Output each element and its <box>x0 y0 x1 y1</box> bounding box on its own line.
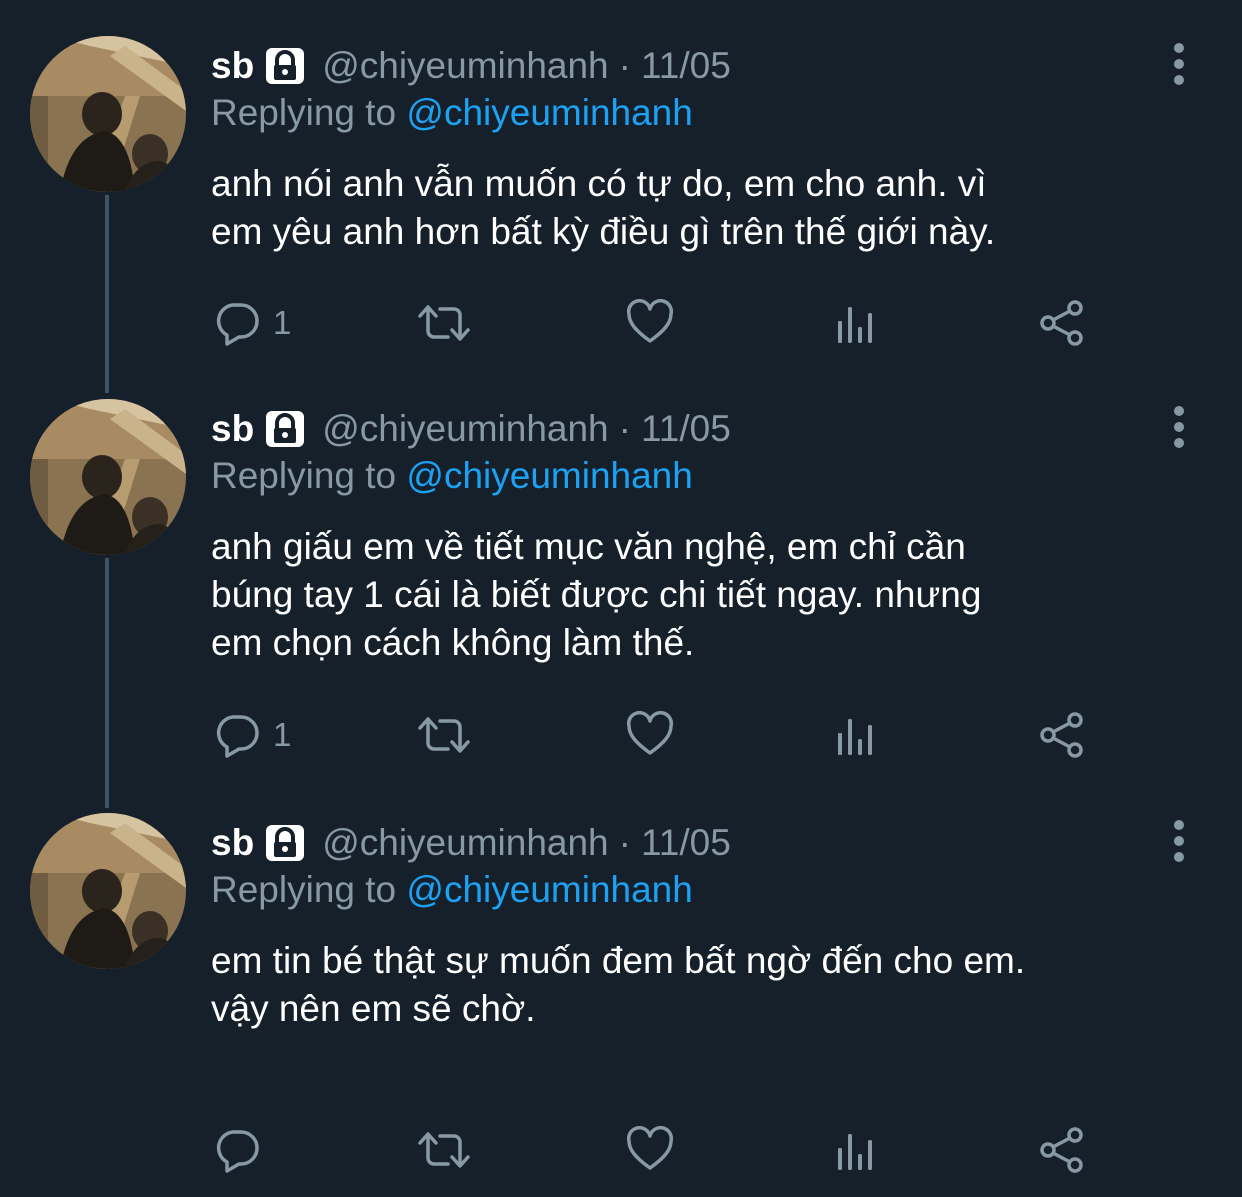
replying-label: Replying to <box>211 455 397 496</box>
retweet-button[interactable] <box>416 295 472 351</box>
like-button[interactable] <box>626 295 674 351</box>
analytics-icon <box>834 299 878 347</box>
display-name[interactable]: sb <box>211 45 254 87</box>
like-icon <box>626 299 674 347</box>
replying-to: Replying to @chiyeuminhanh <box>211 869 693 911</box>
tweet-date[interactable]: 11/05 <box>641 45 731 87</box>
username[interactable]: @chiyeuminhanh <box>322 822 608 864</box>
share-button[interactable] <box>1038 707 1086 763</box>
display-name[interactable]: sb <box>211 822 254 864</box>
replying-label: Replying to <box>211 869 397 910</box>
display-name[interactable]: sb <box>211 408 254 450</box>
more-vertical-icon[interactable] <box>1164 405 1194 449</box>
tweet-date[interactable]: 11/05 <box>641 822 731 864</box>
tweet-date[interactable]: 11/05 <box>641 408 731 450</box>
replying-handle-link[interactable]: @chiyeuminhanh <box>406 869 692 910</box>
tweet-header: sb @chiyeuminhanh · 11/05 <box>211 40 731 92</box>
tweet-text-line: em tin bé thật sự muốn đem bất ngờ đến c… <box>211 940 1026 981</box>
retweet-button[interactable] <box>416 707 472 763</box>
tweet-text-line: anh nói anh vẫn muốn có tự do, em cho an… <box>211 163 987 204</box>
avatar[interactable] <box>30 36 186 192</box>
action-bar <box>0 1122 1242 1178</box>
reply-icon <box>213 1126 261 1174</box>
tweet-text-line: búng tay 1 cái là biết được chi tiết nga… <box>211 574 982 615</box>
share-button[interactable] <box>1038 1122 1086 1178</box>
tweet-text-line: em chọn cách không làm thế. <box>211 622 695 663</box>
replying-handle-link[interactable]: @chiyeuminhanh <box>406 92 692 133</box>
analytics-button[interactable] <box>834 707 878 763</box>
tweet-text-line: vậy nên em sẽ chờ. <box>211 988 536 1029</box>
share-button[interactable] <box>1038 295 1086 351</box>
tweet-text: anh nói anh vẫn muốn có tự do, em cho an… <box>211 160 1211 256</box>
action-bar: 1 <box>0 295 1242 351</box>
avatar[interactable] <box>30 813 186 969</box>
replying-to: Replying to @chiyeuminhanh <box>211 92 693 134</box>
avatar[interactable] <box>30 399 186 555</box>
lock-icon <box>264 823 306 863</box>
like-icon <box>626 1126 674 1174</box>
tweet-text: anh giấu em về tiết mục văn nghệ, em chỉ… <box>211 523 1211 667</box>
reply-button[interactable] <box>213 1122 273 1178</box>
thread-line <box>105 195 109 393</box>
analytics-icon <box>834 1126 878 1174</box>
lock-icon <box>264 409 306 449</box>
share-icon <box>1038 1126 1086 1174</box>
retweet-button[interactable] <box>416 1122 472 1178</box>
username[interactable]: @chiyeuminhanh <box>322 45 608 87</box>
reply-icon <box>213 711 261 759</box>
retweet-icon <box>416 711 472 759</box>
action-bar: 1 <box>0 707 1242 763</box>
analytics-button[interactable] <box>834 1122 878 1178</box>
like-button[interactable] <box>626 1122 674 1178</box>
reply-icon <box>213 299 261 347</box>
username[interactable]: @chiyeuminhanh <box>322 408 608 450</box>
replying-handle-link[interactable]: @chiyeuminhanh <box>406 455 692 496</box>
share-icon <box>1038 711 1086 759</box>
reply-count: 1 <box>273 304 292 341</box>
like-icon <box>626 711 674 759</box>
thread-line <box>105 558 109 808</box>
retweet-icon <box>416 1126 472 1174</box>
tweet-text: em tin bé thật sự muốn đem bất ngờ đến c… <box>211 937 1211 1033</box>
analytics-button[interactable] <box>834 295 878 351</box>
share-icon <box>1038 299 1086 347</box>
more-vertical-icon[interactable] <box>1164 42 1194 86</box>
more-vertical-icon[interactable] <box>1164 819 1194 863</box>
separator-dot: · <box>618 822 631 863</box>
tweet-header: sb @chiyeuminhanh · 11/05 <box>211 403 731 455</box>
reply-button[interactable]: 1 <box>213 295 291 351</box>
separator-dot: · <box>618 408 631 449</box>
reply-count: 1 <box>273 716 292 753</box>
like-button[interactable] <box>626 707 674 763</box>
tweet-text-line: em yêu anh hơn bất kỳ điều gì trên thế g… <box>211 211 996 252</box>
lock-icon <box>264 46 306 86</box>
reply-button[interactable]: 1 <box>213 707 291 763</box>
retweet-icon <box>416 299 472 347</box>
analytics-icon <box>834 711 878 759</box>
replying-label: Replying to <box>211 92 397 133</box>
replying-to: Replying to @chiyeuminhanh <box>211 455 693 497</box>
separator-dot: · <box>618 45 631 86</box>
tweet-header: sb @chiyeuminhanh · 11/05 <box>211 817 731 869</box>
tweet-text-line: anh giấu em về tiết mục văn nghệ, em chỉ… <box>211 526 966 567</box>
